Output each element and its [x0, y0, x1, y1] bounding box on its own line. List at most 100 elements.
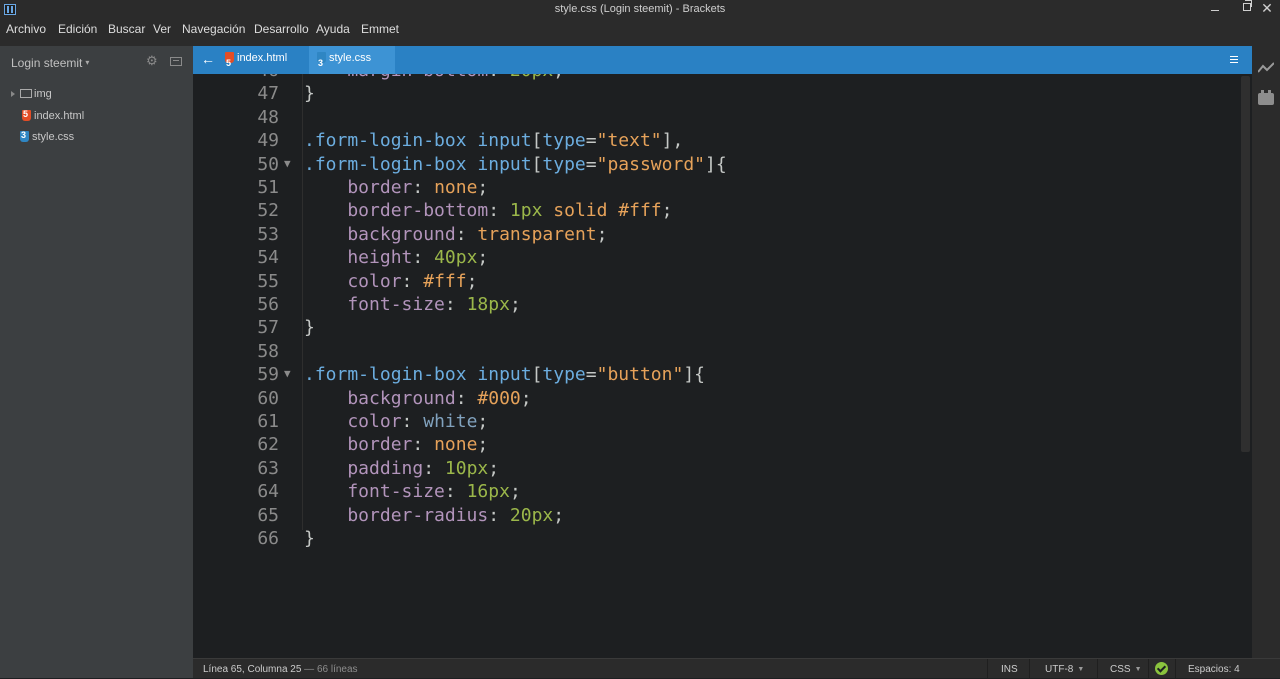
- tab-index-html[interactable]: index.html: [217, 46, 309, 75]
- css-file-icon: [20, 130, 29, 142]
- code-line[interactable]: 51 border: none;: [193, 177, 1233, 200]
- code-line[interactable]: 49 .form-login-box input[type="text"],: [193, 130, 1233, 153]
- code-line[interactable]: 54 height: 40px;: [193, 247, 1233, 270]
- menu-navegacion[interactable]: Navegación: [182, 22, 245, 36]
- code-line[interactable]: 61 color: white;: [193, 411, 1233, 434]
- code-token: :: [455, 223, 478, 245]
- status-divider: [1148, 659, 1149, 679]
- code-fold-icon[interactable]: ▼: [284, 367, 291, 380]
- code-line[interactable]: 48: [193, 107, 1233, 130]
- code-token: ;: [477, 247, 489, 269]
- code-line[interactable]: 55 color: #fff;: [193, 271, 1233, 294]
- code-line[interactable]: 50 ▼ .form-login-box input[type="password"…: [193, 154, 1233, 177]
- code-token: .form-login-box input: [304, 130, 532, 152]
- code-token: white: [423, 411, 478, 432]
- code-line[interactable]: 60 background: #000;: [193, 388, 1233, 411]
- code-text: background: transparent;: [304, 224, 607, 245]
- file-tree-label: style.css: [32, 131, 75, 143]
- code-token: 1px: [509, 200, 543, 222]
- code-token: ;: [661, 200, 673, 222]
- code-line[interactable]: 46 margin-bottom: 20px;: [193, 74, 1233, 83]
- split-view-icon[interactable]: [170, 57, 182, 66]
- window-title: style.css (Login steemit) - Brackets: [554, 3, 726, 15]
- line-number: 65: [257, 504, 279, 526]
- code-token: :: [488, 74, 510, 81]
- code-token: border-bottom: [304, 200, 489, 222]
- code-line[interactable]: 65 border-radius: 20px;: [193, 505, 1233, 528]
- code-line[interactable]: 66}: [193, 528, 1233, 551]
- code-token: ;: [596, 223, 608, 245]
- code-token: =: [585, 364, 597, 386]
- restore-icon: [1243, 0, 1252, 11]
- code-text: color: white;: [304, 411, 488, 432]
- code-token: ;: [509, 481, 521, 503]
- code-line[interactable]: 57}: [193, 317, 1233, 340]
- code-token: ]{: [683, 364, 706, 386]
- code-editor[interactable]: 46 margin-bottom: 20px;47}4849 .form-logi…: [193, 74, 1252, 658]
- code-fold-icon[interactable]: ▼: [284, 157, 291, 170]
- code-token: =: [585, 130, 597, 152]
- code-token: "password": [596, 153, 705, 175]
- menu-desarrollo[interactable]: Desarrollo: [254, 22, 309, 36]
- indent-spaces-setting[interactable]: Espacios: 4: [1188, 664, 1240, 675]
- code-line[interactable]: 52 border-bottom: 1px solid #fff;: [193, 200, 1233, 223]
- line-number: 53: [257, 223, 279, 245]
- cursor-line-col: Línea 65, Columna 25: [203, 664, 302, 675]
- code-token: #fff: [423, 270, 467, 292]
- hamburger-menu-icon[interactable]: [1230, 56, 1238, 63]
- code-line[interactable]: 56 font-size: 18px;: [193, 294, 1233, 317]
- code-token: :: [423, 457, 445, 479]
- line-number: 48: [257, 106, 279, 128]
- encoding-dropdown[interactable]: UTF-8 ▼: [1045, 664, 1084, 675]
- back-arrow-icon[interactable]: ←: [201, 52, 215, 66]
- gear-icon[interactable]: ⚙: [146, 54, 158, 67]
- code-token: 18px: [466, 294, 510, 315]
- language-dropdown[interactable]: CSS ▼: [1110, 664, 1142, 675]
- code-token: ;: [488, 457, 500, 479]
- minimize-button[interactable]: [1200, 0, 1230, 19]
- menu-archivo[interactable]: Archivo: [6, 22, 46, 36]
- code-token: height: [304, 247, 413, 269]
- menu-ayuda[interactable]: Ayuda: [316, 22, 350, 36]
- code-token: .form-login-box input: [304, 364, 532, 386]
- menu-edicion[interactable]: Edición: [58, 22, 97, 36]
- code-token: :: [412, 434, 435, 456]
- code-token: ]{: [705, 153, 727, 175]
- file-tree-item-style-css[interactable]: style.css: [20, 130, 75, 143]
- menu-ver[interactable]: Ver: [153, 22, 171, 36]
- code-token: border: [304, 177, 413, 198]
- insert-mode-toggle[interactable]: INS: [1001, 664, 1018, 675]
- scrollbar-thumb[interactable]: [1241, 76, 1250, 452]
- code-line[interactable]: 53 background: transparent;: [193, 224, 1233, 247]
- line-number: 49: [257, 130, 279, 152]
- code-line[interactable]: 63 padding: 10px;: [193, 458, 1233, 481]
- close-window-button[interactable]: ✕: [1252, 0, 1280, 19]
- code-token: [: [531, 153, 543, 175]
- code-token: type: [542, 130, 586, 152]
- live-preview-icon[interactable]: [1258, 62, 1274, 74]
- expand-arrow-icon[interactable]: [11, 91, 15, 97]
- file-tree-item-index-html[interactable]: index.html: [22, 109, 84, 122]
- lint-ok-check-icon[interactable]: [1155, 662, 1168, 675]
- tab-style-css[interactable]: style.css: [309, 46, 395, 75]
- project-dropdown[interactable]: Login steemit ▾: [11, 56, 89, 70]
- code-line[interactable]: 47}: [193, 83, 1233, 106]
- file-tree-item-img[interactable]: img: [20, 88, 52, 100]
- menu-emmet[interactable]: Emmet: [361, 22, 399, 36]
- code-token: solid #fff: [542, 200, 662, 222]
- code-token: 16px: [466, 481, 510, 503]
- code-token: color: [304, 270, 402, 292]
- code-token: :: [488, 504, 510, 526]
- code-line[interactable]: 58: [193, 341, 1233, 364]
- menu-buscar[interactable]: Buscar: [108, 22, 145, 36]
- code-token: type: [542, 364, 586, 386]
- code-text: height: 40px;: [304, 247, 488, 268]
- extension-manager-icon[interactable]: [1258, 90, 1274, 105]
- code-token: margin-bottom: [304, 74, 488, 81]
- code-line[interactable]: 59 ▼ .form-login-box input[type="button"]{: [193, 364, 1233, 387]
- code-line[interactable]: 64 font-size: 16px;: [193, 481, 1233, 504]
- code-line[interactable]: 62 border: none;: [193, 434, 1233, 457]
- code-token: 40px: [434, 247, 478, 269]
- code-token: =: [585, 153, 597, 175]
- status-divider: [1097, 659, 1098, 679]
